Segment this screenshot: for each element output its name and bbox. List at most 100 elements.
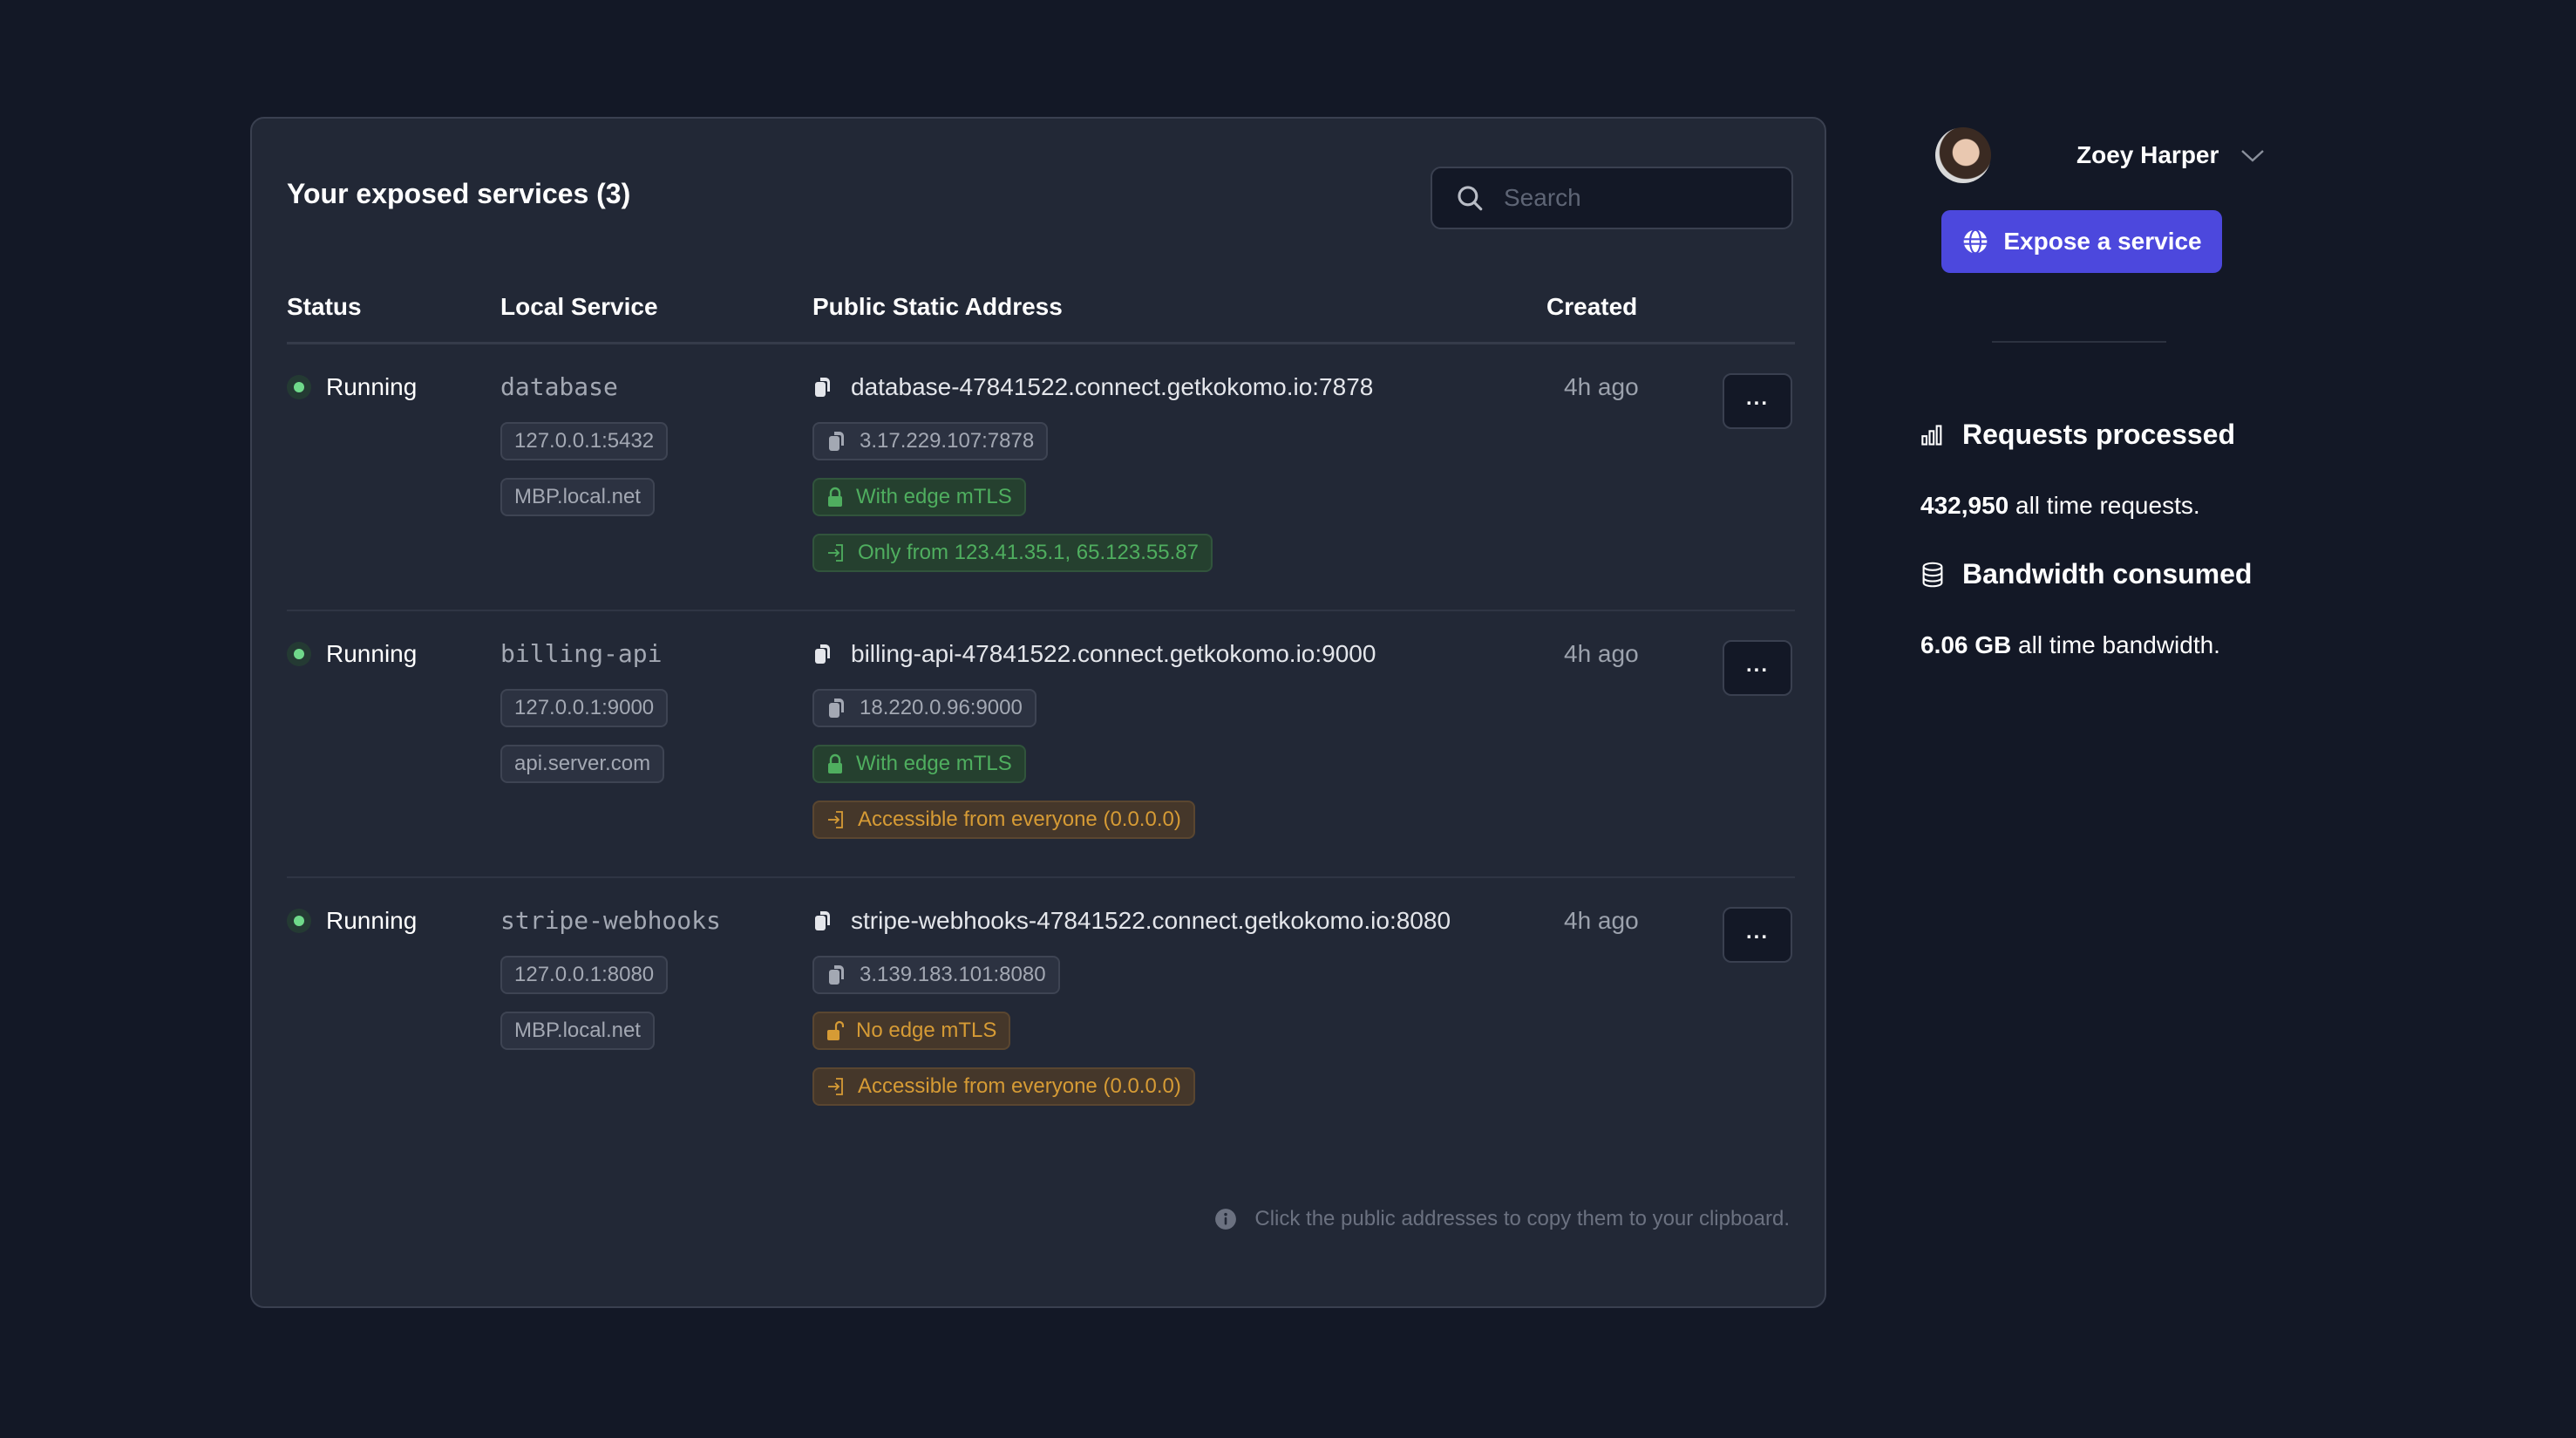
- created-time: 4h ago: [1564, 640, 1639, 667]
- globe-icon: [1961, 228, 1989, 256]
- copy-icon: [826, 697, 847, 719]
- access-label: Accessible from everyone (0.0.0.0): [858, 808, 1181, 831]
- public-address-link[interactable]: database-47841522.connect.getkokomo.io:7…: [812, 370, 1373, 405]
- mtls-label: No edge mTLS: [856, 1019, 997, 1042]
- table-row: Running billing-api 127.0.0.1:9000 api.s…: [252, 623, 1825, 889]
- bandwidth-suffix: all time bandwidth.: [2011, 631, 2220, 658]
- expose-service-label: Expose a service: [2003, 228, 2202, 255]
- footnote: Click the public addresses to copy them …: [1214, 1207, 1790, 1231]
- row-menu-button[interactable]: ...: [1723, 907, 1792, 963]
- row-menu-button[interactable]: ...: [1723, 640, 1792, 696]
- status-indicator: Running: [287, 640, 417, 668]
- public-address-link[interactable]: billing-api-47841522.connect.getkokomo.i…: [812, 637, 1376, 671]
- mtls-badge: With edge mTLS: [812, 745, 1026, 783]
- sidebar-divider: [1992, 341, 2166, 343]
- created-time: 4h ago: [1564, 373, 1639, 400]
- status-dot: [287, 375, 311, 399]
- user-menu[interactable]: Zoey Harper: [1935, 127, 2266, 183]
- status-label: Running: [326, 640, 418, 667]
- bar-chart-icon: [1920, 423, 1945, 447]
- sign-in-icon: [826, 1076, 846, 1097]
- footnote-text: Click the public addresses to copy them …: [1254, 1207, 1790, 1230]
- access-badge: Accessible from everyone (0.0.0.0): [812, 1067, 1195, 1106]
- local-host-chip: MBP.local.net: [500, 1012, 655, 1050]
- local-service: stripe-webhooks 127.0.0.1:8080 MBP.local…: [500, 903, 721, 1050]
- search-icon: [1455, 182, 1486, 214]
- table-row: Running database 127.0.0.1:5432 MBP.loca…: [252, 356, 1825, 623]
- avatar: [1935, 127, 1991, 183]
- column-header-public-address: Public Static Address: [812, 293, 1063, 320]
- column-header-created: Created: [1546, 293, 1638, 320]
- card-title: Your exposed services (3): [287, 178, 631, 209]
- public-address: stripe-webhooks-47841522.connect.getkoko…: [812, 903, 1451, 1106]
- local-host-chip: MBP.local.net: [500, 478, 655, 516]
- status-label: Running: [326, 373, 418, 400]
- public-address-text: database-47841522.connect.getkokomo.io:7…: [851, 373, 1374, 400]
- table-row: Running stripe-webhooks 127.0.0.1:8080 M…: [252, 889, 1825, 1156]
- local-service: billing-api 127.0.0.1:9000 api.server.co…: [500, 637, 669, 783]
- local-address-chip: 127.0.0.1:9000: [500, 689, 669, 727]
- access-badge: Only from 123.41.35.1, 65.123.55.87: [812, 534, 1213, 572]
- mtls-label: With edge mTLS: [856, 485, 1012, 508]
- public-ip-chip[interactable]: 18.220.0.96:9000: [812, 689, 1037, 727]
- public-ip-chip[interactable]: 3.139.183.101:8080: [812, 956, 1060, 994]
- requests-title-text: Requests processed: [1962, 419, 2236, 450]
- chevron-down-icon: [2240, 147, 2266, 164]
- copy-icon: [826, 964, 847, 986]
- access-badge: Accessible from everyone (0.0.0.0): [812, 801, 1195, 839]
- lock-icon: [826, 487, 844, 508]
- bandwidth-value: 6.06 GB: [1920, 631, 2012, 658]
- copy-icon: [812, 910, 833, 932]
- info-icon: [1214, 1208, 1237, 1230]
- row-divider: [287, 876, 1795, 878]
- local-host-chip: api.server.com: [500, 745, 665, 783]
- access-label: Accessible from everyone (0.0.0.0): [858, 1074, 1181, 1098]
- row-menu-button[interactable]: ...: [1723, 373, 1792, 429]
- header-divider: [287, 342, 1795, 344]
- database-icon: [1920, 562, 1945, 588]
- copy-icon: [812, 643, 833, 665]
- copy-icon: [826, 430, 847, 453]
- mtls-badge: With edge mTLS: [812, 478, 1026, 516]
- sign-in-icon: [826, 809, 846, 830]
- local-service-name: stripe-webhooks: [500, 906, 721, 935]
- search-field[interactable]: [1431, 167, 1793, 229]
- requests-suffix: all time requests.: [2008, 492, 2200, 519]
- row-divider: [287, 610, 1795, 611]
- requests-value: 432,950: [1920, 492, 2009, 519]
- local-service-name: billing-api: [500, 639, 663, 668]
- lock-icon: [826, 753, 844, 774]
- mtls-label: With edge mTLS: [856, 752, 1012, 775]
- column-header-status: Status: [287, 293, 362, 320]
- public-ip-chip[interactable]: 3.17.229.107:7878: [812, 422, 1049, 460]
- local-service: database 127.0.0.1:5432 MBP.local.net: [500, 370, 669, 516]
- unlock-icon: [826, 1020, 844, 1041]
- status-dot: [287, 642, 311, 666]
- public-address: billing-api-47841522.connect.getkokomo.i…: [812, 637, 1376, 839]
- requests-title: Requests processed: [1920, 419, 2235, 451]
- status-label: Running: [326, 907, 418, 934]
- copy-icon: [812, 376, 833, 399]
- requests-stat: 432,950 all time requests.: [1920, 492, 2200, 520]
- column-header-local-service: Local Service: [500, 293, 658, 320]
- bandwidth-stat: 6.06 GB all time bandwidth.: [1920, 631, 2220, 659]
- public-ip-text: 18.220.0.96:9000: [860, 696, 1023, 719]
- status-dot: [287, 909, 311, 933]
- public-address-text: billing-api-47841522.connect.getkokomo.i…: [851, 640, 1376, 667]
- status-indicator: Running: [287, 907, 417, 935]
- local-address-chip: 127.0.0.1:5432: [500, 422, 669, 460]
- public-address-link[interactable]: stripe-webhooks-47841522.connect.getkoko…: [812, 903, 1451, 938]
- user-name: Zoey Harper: [2076, 141, 2219, 168]
- bandwidth-title-text: Bandwidth consumed: [1962, 558, 2253, 590]
- status-indicator: Running: [287, 373, 417, 401]
- public-address-text: stripe-webhooks-47841522.connect.getkoko…: [851, 907, 1451, 934]
- local-address-chip: 127.0.0.1:8080: [500, 956, 669, 994]
- expose-service-button[interactable]: Expose a service: [1941, 210, 2222, 273]
- search-input[interactable]: [1502, 183, 1767, 213]
- access-label: Only from 123.41.35.1, 65.123.55.87: [858, 541, 1199, 564]
- public-address: database-47841522.connect.getkokomo.io:7…: [812, 370, 1373, 572]
- public-ip-text: 3.17.229.107:7878: [860, 429, 1035, 453]
- bandwidth-title: Bandwidth consumed: [1920, 558, 2252, 590]
- local-service-name: database: [500, 372, 618, 401]
- public-ip-text: 3.139.183.101:8080: [860, 963, 1046, 986]
